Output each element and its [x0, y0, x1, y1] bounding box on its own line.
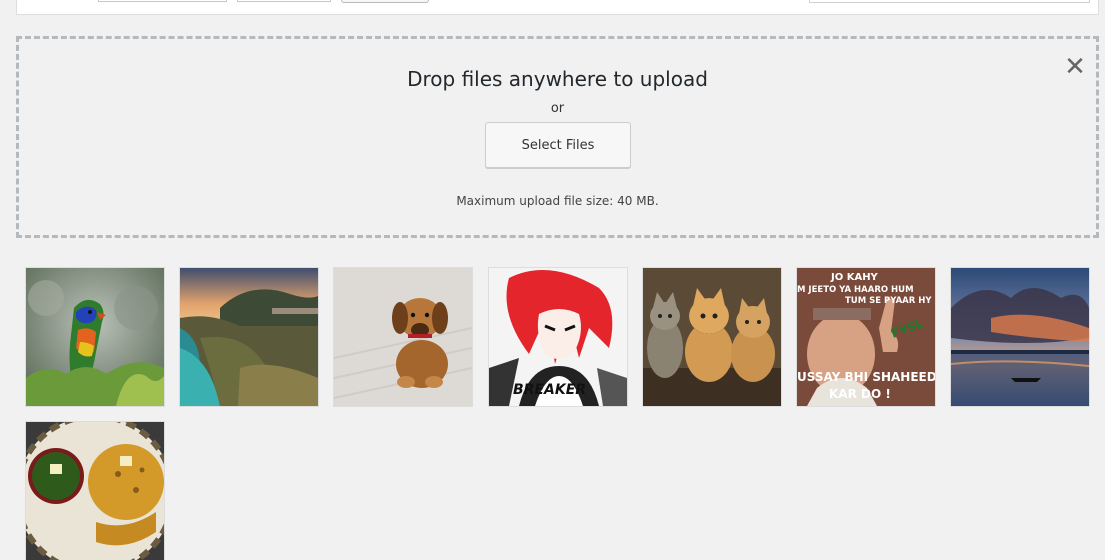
attachment-food[interactable]: [26, 422, 164, 560]
select-files-button[interactable]: Select Files: [485, 122, 631, 168]
media-toolbar: [16, 0, 1099, 15]
attachment-kittens[interactable]: [643, 268, 781, 406]
attachment-anime[interactable]: BREAKER: [489, 268, 627, 406]
media-search-input[interactable]: [809, 0, 1090, 3]
meme-image: FYSL JO KAHY M JEETO YA HAARO HUM TUM SE…: [797, 268, 935, 406]
upload-dropzone[interactable]: Drop files anywhere to upload or Select …: [16, 36, 1099, 238]
close-icon[interactable]: ✕: [1063, 54, 1087, 80]
kittens-image: [643, 268, 781, 406]
parrot-image: [26, 268, 164, 406]
max-upload-size: Maximum upload file size: 40 MB.: [456, 194, 659, 208]
puppy-image: [334, 268, 472, 406]
food-plate-image: [26, 422, 164, 560]
anime-logo-text: BREAKER: [513, 382, 586, 398]
anime-girl-image: BREAKER: [489, 268, 627, 406]
meme-line1: JO KAHY: [830, 272, 879, 283]
coastline-image: [180, 268, 318, 406]
bulk-select-button[interactable]: [341, 0, 429, 3]
attachment-meme[interactable]: FYSL JO KAHY M JEETO YA HAARO HUM TUM SE…: [797, 268, 935, 406]
attachment-coastline[interactable]: [180, 268, 318, 406]
upload-or-text: or: [550, 101, 565, 116]
attachment-parrot[interactable]: [26, 268, 164, 406]
attachment-sunset[interactable]: [951, 268, 1089, 406]
attachment-puppy[interactable]: [334, 268, 472, 406]
meme-line2: M JEETO YA HAARO HUM: [797, 285, 914, 295]
media-type-filter[interactable]: [98, 0, 227, 2]
meme-line5: KAR DO !: [829, 387, 891, 401]
upload-title: Drop files anywhere to upload: [407, 67, 708, 91]
meme-line3: TUM SE PYAAR HY: [845, 296, 932, 306]
meme-line4: USSAY BHI SHAHEED: [797, 370, 935, 384]
sunset-lake-image: [951, 268, 1089, 406]
media-date-filter[interactable]: [237, 0, 331, 2]
